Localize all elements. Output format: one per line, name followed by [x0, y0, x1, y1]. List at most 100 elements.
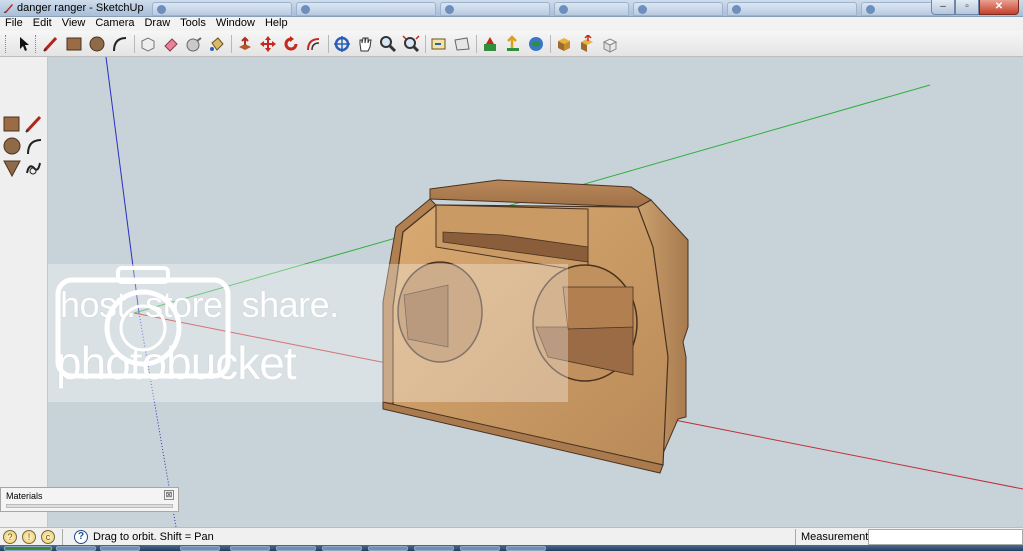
toolbar-separator	[476, 35, 477, 53]
photo-textures-icon[interactable]	[527, 35, 545, 53]
circle-icon[interactable]	[2, 136, 22, 156]
background-tab-6[interactable]	[727, 2, 857, 16]
tab-icon	[559, 5, 568, 14]
status-divider	[795, 529, 796, 545]
toggle-terrain-icon[interactable]	[504, 35, 522, 53]
zoom-extents-icon[interactable]	[402, 35, 420, 53]
minimize-button[interactable]: –	[931, 0, 955, 15]
line-icon[interactable]	[24, 114, 44, 134]
help-icon[interactable]: ?	[74, 530, 88, 544]
close-button[interactable]: ✕	[979, 0, 1019, 15]
main-toolbar	[0, 31, 1023, 57]
arc-icon[interactable]	[24, 136, 44, 156]
title-bar: danger ranger - SketchUp – ▫ ✕	[0, 0, 1023, 17]
select-icon[interactable]	[14, 35, 32, 53]
tab-icon	[157, 5, 166, 14]
menu-help[interactable]: Help	[260, 17, 293, 31]
orbit-icon[interactable]	[333, 35, 351, 53]
menu-draw[interactable]: Draw	[139, 17, 175, 31]
enclosure-top	[429, 179, 652, 208]
materials-panel-bar	[6, 504, 173, 508]
arc-icon[interactable]	[111, 35, 129, 53]
tab-icon	[732, 5, 741, 14]
menu-bar: File Edit View Camera Draw Tools Window …	[0, 17, 1023, 31]
previous-view-icon[interactable]	[430, 35, 448, 53]
taskbar-button[interactable]	[56, 546, 96, 551]
windows-taskbar	[0, 545, 1023, 551]
taskbar-button[interactable]	[276, 546, 316, 551]
materials-panel[interactable]: Materials ⊠	[0, 487, 179, 512]
pan-icon[interactable]	[356, 35, 374, 53]
menu-tools[interactable]: Tools	[175, 17, 211, 31]
background-tab-5[interactable]	[633, 2, 723, 16]
share-model-icon[interactable]	[578, 35, 596, 53]
toolbar-separator	[328, 35, 329, 53]
background-tab-3[interactable]	[440, 2, 550, 16]
toolbar-grip[interactable]	[5, 35, 8, 53]
next-view-icon[interactable]	[453, 35, 471, 53]
measurements-label: Measurements	[801, 531, 874, 543]
status-hint: Drag to orbit. Shift = Pan	[93, 531, 214, 543]
status-divider	[62, 529, 63, 545]
polygon-icon[interactable]	[2, 158, 22, 178]
photobucket-watermark: host. store. share. photobucket	[48, 264, 568, 402]
taskbar-button[interactable]	[460, 546, 500, 551]
freehand-icon[interactable]	[24, 158, 44, 178]
materials-close-button[interactable]: ⊠	[164, 490, 174, 500]
tab-icon	[445, 5, 454, 14]
share-component-icon[interactable]	[601, 35, 619, 53]
make-component-icon[interactable]	[139, 35, 157, 53]
toolbar-separator	[231, 35, 232, 53]
paint-bucket-icon[interactable]	[208, 35, 226, 53]
menu-edit[interactable]: Edit	[28, 17, 57, 31]
line-icon[interactable]	[42, 35, 60, 53]
move-icon[interactable]	[259, 35, 277, 53]
toolbar-grip[interactable]	[35, 35, 38, 53]
user-icon[interactable]: c	[41, 530, 55, 544]
status-bar: ? ! c ? Drag to orbit. Shift = Pan Measu…	[0, 527, 1023, 545]
window-title: danger ranger - SketchUp	[17, 2, 144, 14]
credits-icon[interactable]: !	[22, 530, 36, 544]
rectangle-icon[interactable]	[65, 35, 83, 53]
background-tab-1[interactable]	[152, 2, 292, 16]
maximize-button[interactable]: ▫	[955, 0, 979, 15]
push-pull-icon[interactable]	[236, 35, 254, 53]
camera-logo-icon	[55, 266, 231, 379]
window-controls: – ▫ ✕	[931, 0, 1019, 16]
taskbar-button[interactable]	[230, 546, 270, 551]
speaker-hole-right-inner2	[562, 286, 634, 330]
drawing-viewport[interactable]: host. store. share. photobucket	[48, 57, 1023, 527]
geo-location-icon[interactable]: ?	[3, 530, 17, 544]
eraser-icon[interactable]	[162, 35, 180, 53]
materials-title: Materials	[6, 491, 43, 501]
rectangle-icon[interactable]	[2, 114, 22, 134]
tape-measure-icon[interactable]	[185, 35, 203, 53]
taskbar-button[interactable]	[368, 546, 408, 551]
menu-window[interactable]: Window	[211, 17, 260, 31]
menu-camera[interactable]: Camera	[90, 17, 139, 31]
toolbar-separator	[550, 35, 551, 53]
taskbar-button[interactable]	[322, 546, 362, 551]
left-toolbar	[0, 57, 48, 527]
menu-file[interactable]: File	[0, 17, 28, 31]
tab-icon	[301, 5, 310, 14]
sketchup-app-icon	[4, 4, 13, 13]
taskbar-button[interactable]	[414, 546, 454, 551]
rotate-icon[interactable]	[282, 35, 300, 53]
add-location-icon[interactable]	[481, 35, 499, 53]
toolbar-separator	[134, 35, 135, 53]
circle-icon[interactable]	[88, 35, 106, 53]
get-models-icon[interactable]	[555, 35, 573, 53]
menu-view[interactable]: View	[57, 17, 91, 31]
offset-icon[interactable]	[305, 35, 323, 53]
start-button[interactable]	[4, 546, 52, 551]
tab-icon	[638, 5, 647, 14]
background-tab-2[interactable]	[296, 2, 436, 16]
background-tab-4[interactable]	[554, 2, 629, 16]
taskbar-button[interactable]	[180, 546, 220, 551]
taskbar-button[interactable]	[506, 546, 546, 551]
zoom-icon[interactable]	[379, 35, 397, 53]
tab-icon	[866, 5, 875, 14]
measurements-input[interactable]	[868, 529, 1023, 545]
taskbar-button[interactable]	[100, 546, 140, 551]
